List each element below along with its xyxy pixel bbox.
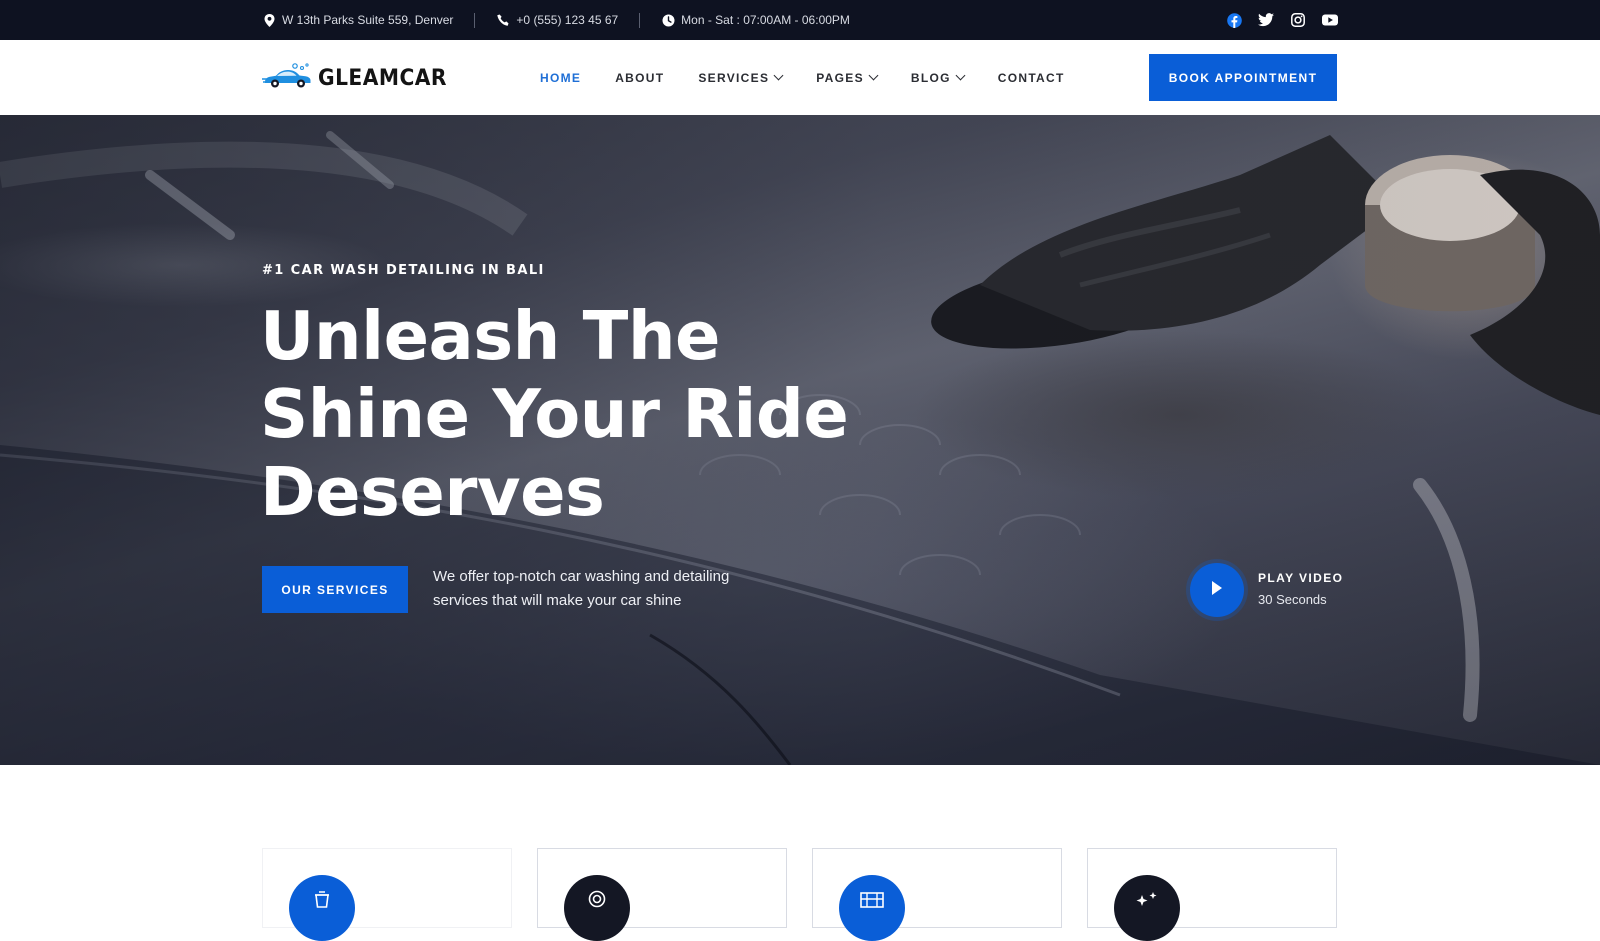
- youtube-icon[interactable]: [1322, 12, 1338, 28]
- feature-cards: [262, 848, 1338, 941]
- nav-item-home[interactable]: HOME: [540, 71, 581, 85]
- feature-card[interactable]: [537, 848, 787, 941]
- divider: [474, 12, 476, 28]
- feature-icon-circle: [289, 875, 355, 941]
- social-links: [1226, 12, 1338, 28]
- feature-card[interactable]: [262, 848, 512, 941]
- nav-item-pages[interactable]: PAGES: [816, 70, 879, 85]
- phone-icon: [496, 13, 510, 27]
- feature-icon-circle: [564, 875, 630, 941]
- clock-icon: [661, 13, 675, 27]
- play-icon: [1210, 580, 1224, 601]
- headline-line: Deserves: [260, 453, 605, 531]
- twitter-icon[interactable]: [1258, 12, 1274, 28]
- our-services-button[interactable]: OUR SERVICES: [262, 566, 408, 613]
- instagram-icon[interactable]: [1290, 12, 1306, 28]
- divider: [639, 12, 641, 28]
- main-navbar: GLEAMCAR HOME ABOUT SERVICES PAGES BLOG …: [0, 40, 1600, 115]
- play-video-duration: 30 Seconds: [1258, 592, 1327, 607]
- car-logo-icon: [262, 62, 314, 95]
- tire-icon: [587, 889, 607, 914]
- chevron-down-icon: [773, 70, 784, 81]
- play-video-title[interactable]: PLAY VIDEO: [1258, 571, 1343, 585]
- feature-icon-circle: [839, 875, 905, 941]
- book-appointment-button[interactable]: BOOK APPOINTMENT: [1149, 54, 1337, 101]
- feature-card[interactable]: [812, 848, 1062, 941]
- address-info: W 13th Parks Suite 559, Denver: [262, 13, 453, 27]
- brand-name: GLEAMCAR: [318, 66, 447, 91]
- nav-item-contact[interactable]: CONTACT: [998, 71, 1065, 85]
- chevron-down-icon: [868, 70, 879, 81]
- location-pin-icon: [262, 13, 276, 27]
- nav-item-label: HOME: [540, 70, 582, 85]
- nav-item-label: BLOG: [910, 70, 951, 85]
- feature-card[interactable]: [1087, 848, 1337, 941]
- top-info-bar: W 13th Parks Suite 559, Denver +0 (555) …: [0, 0, 1600, 40]
- nav-item-label: SERVICES: [698, 70, 770, 85]
- facebook-icon[interactable]: [1226, 12, 1242, 28]
- brand-logo[interactable]: GLEAMCAR: [262, 62, 458, 95]
- hours-text: Mon - Sat : 07:00AM - 06:00PM: [681, 13, 850, 27]
- hero-eyebrow: #1 CAR WASH DETAILING IN BALI: [262, 263, 545, 278]
- nav-item-about[interactable]: ABOUT: [615, 71, 664, 85]
- nav-item-services[interactable]: SERVICES: [698, 70, 784, 85]
- nav-item-label: ABOUT: [615, 70, 665, 85]
- car-wash-icon: [859, 889, 885, 914]
- phone-text[interactable]: +0 (555) 123 45 67: [516, 13, 618, 27]
- nav-item-blog[interactable]: BLOG: [910, 70, 966, 85]
- hours-info: Mon - Sat : 07:00AM - 06:00PM: [661, 13, 850, 27]
- hero-section: #1 CAR WASH DETAILING IN BALI Unleash Th…: [0, 115, 1600, 765]
- nav-item-label: CONTACT: [997, 70, 1065, 85]
- play-video-label: PLAY VIDEO 30 Seconds: [1258, 571, 1343, 607]
- bucket-icon: [312, 889, 332, 914]
- primary-menu: HOME ABOUT SERVICES PAGES BLOG CONTACT: [540, 40, 1065, 115]
- hero-description: We offer top-notch car washing and detai…: [433, 568, 730, 609]
- phone-info: +0 (555) 123 45 67: [496, 13, 618, 27]
- sparkle-icon: [1134, 889, 1160, 914]
- nav-item-label: PAGES: [816, 70, 864, 85]
- headline-line: Shine Your Ride: [260, 375, 849, 453]
- hero-headline: Unleash The Shine Your Ride Deserves: [260, 297, 860, 531]
- address-text: W 13th Parks Suite 559, Denver: [282, 13, 454, 27]
- feature-icon-circle: [1114, 875, 1180, 941]
- chevron-down-icon: [955, 70, 966, 81]
- play-video-button[interactable]: [1190, 563, 1244, 617]
- headline-line: Unleash The: [260, 297, 720, 375]
